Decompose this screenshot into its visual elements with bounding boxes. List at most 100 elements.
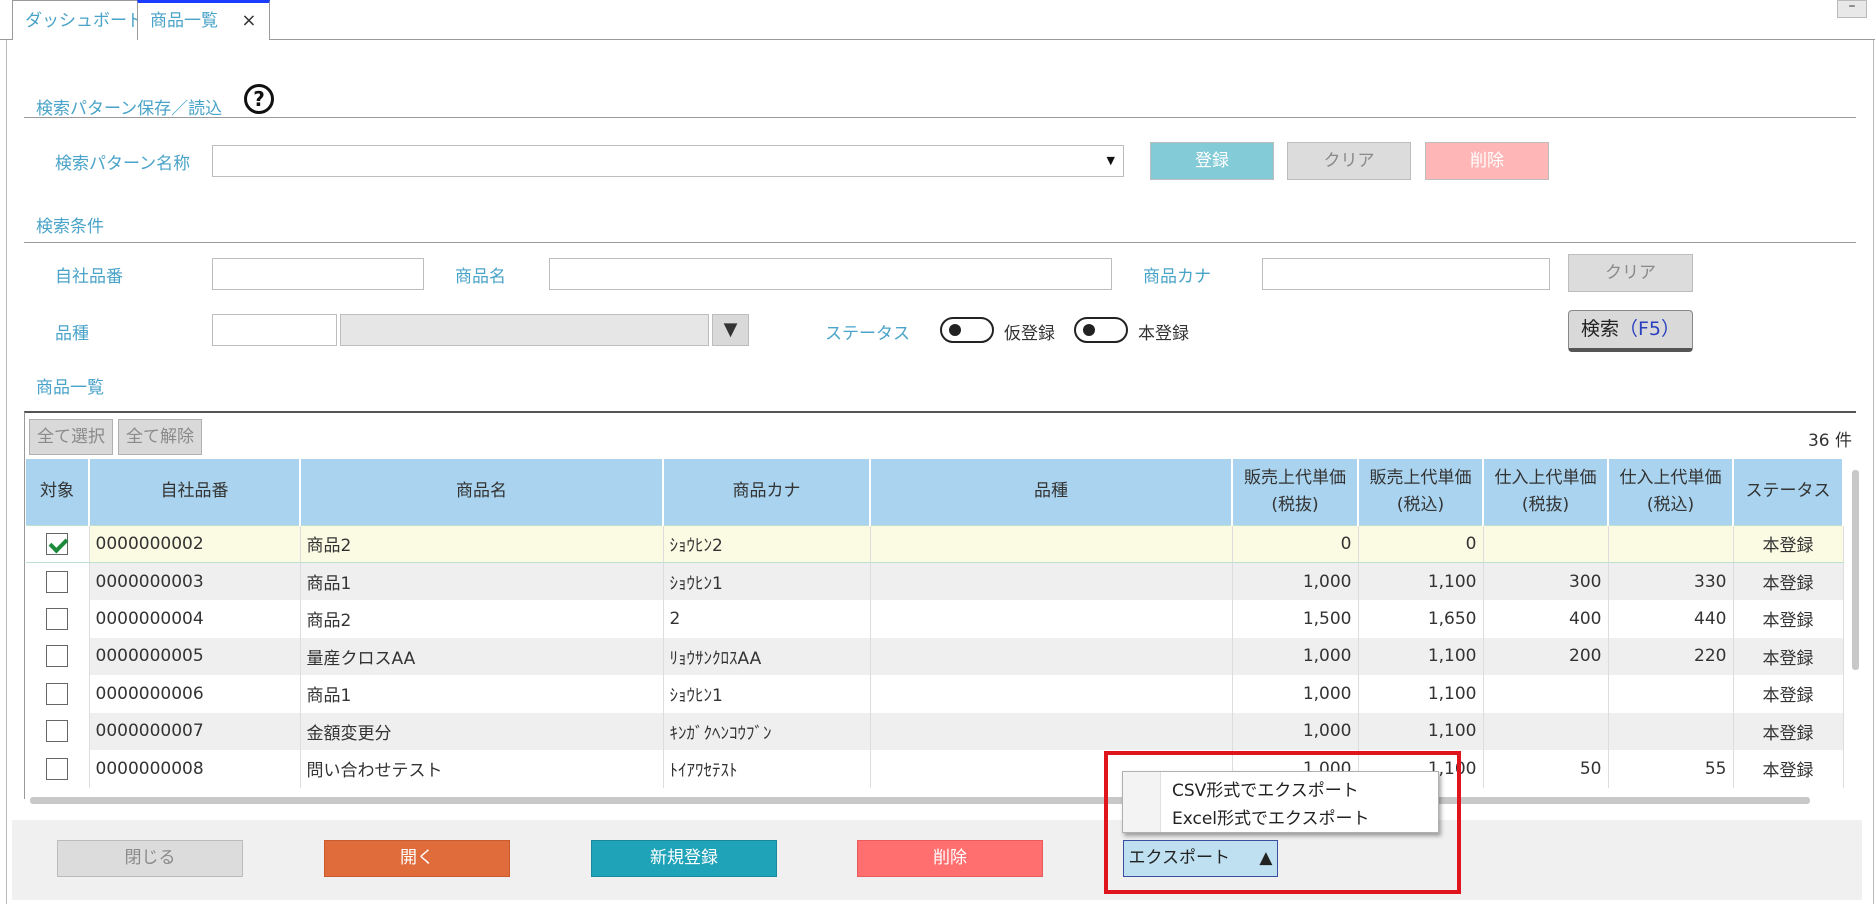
- product-type-name-field: [340, 314, 709, 346]
- help-icon[interactable]: ?: [244, 84, 274, 114]
- table-cell: 0000000006: [89, 675, 301, 713]
- row-checkbox[interactable]: [46, 532, 69, 555]
- column-header[interactable]: 販売上代単価 (税抜): [1232, 459, 1359, 525]
- table-row[interactable]: 0000000003 商品1 ｼｮｳﾋﾝ1 1,000 1,100 300 330 本登録: [26, 562, 1844, 600]
- highlight-box: [1104, 751, 1461, 894]
- column-header[interactable]: 仕入上代単価 (税込): [1608, 459, 1734, 525]
- column-header[interactable]: 仕入上代単価 (税抜): [1483, 459, 1609, 525]
- table-cell: 本登録: [1733, 600, 1844, 638]
- table-cell: [1483, 712, 1609, 750]
- column-header[interactable]: 品種: [870, 459, 1233, 525]
- row-checkbox[interactable]: [46, 645, 69, 668]
- horizontal-scrollbar[interactable]: [30, 797, 1810, 804]
- clear-conditions-button[interactable]: クリア: [1568, 254, 1693, 292]
- table-cell: 本登録: [1733, 524, 1844, 563]
- table-cell: 本登録: [1733, 675, 1844, 713]
- table-row[interactable]: 0000000008 問い合わせテスト ﾄｲｱﾜｾﾃｽﾄ 1,000 1,100 50 55…: [26, 750, 1844, 788]
- table-cell: 量産クロスAA: [300, 637, 664, 675]
- table-cell: 0000000007: [89, 712, 301, 750]
- table-cell: 商品1: [300, 675, 664, 713]
- tab-product-list[interactable]: 商品一覧 ×: [137, 0, 270, 40]
- table-row[interactable]: 0000000006 商品1 ｼｮｳﾋﾝ1 1,000 1,100 本登録: [26, 675, 1844, 713]
- search-shortcut-key: （F5）: [1618, 318, 1681, 340]
- row-checkbox[interactable]: [46, 682, 69, 705]
- column-header[interactable]: 商品カナ: [663, 459, 871, 525]
- dropdown-arrow-icon: ▼: [1106, 154, 1115, 167]
- product-code-label: 自社品番: [55, 267, 123, 287]
- column-header[interactable]: ステータス: [1733, 459, 1844, 525]
- product-name-input[interactable]: [549, 258, 1112, 290]
- table-cell: ﾄｲｱﾜｾﾃｽﾄ: [663, 750, 871, 788]
- product-code-input[interactable]: [212, 258, 424, 290]
- column-header[interactable]: 販売上代単価 (税込): [1358, 459, 1484, 525]
- table-cell: 0000000005: [89, 637, 301, 675]
- product-type-dropdown-button[interactable]: ▼: [712, 314, 749, 346]
- table-row[interactable]: 0000000002 商品2 ｼｮｳﾋﾝ2 0 0 本登録: [26, 524, 1844, 563]
- product-type-label: 品種: [55, 324, 89, 344]
- table-cell: 商品1: [300, 562, 664, 600]
- row-checkbox[interactable]: [46, 570, 69, 593]
- clear-pattern-button[interactable]: クリア: [1287, 142, 1411, 180]
- table-cell: 300: [1483, 562, 1609, 600]
- table-cell: 400: [1483, 600, 1609, 638]
- footer-bar: 閉じる 開く 新規登録 削除 エクスポート ▲: [12, 820, 1862, 900]
- table-cell: [870, 637, 1233, 675]
- table-cell: 1,000: [1232, 712, 1359, 750]
- vertical-scrollbar[interactable]: [1852, 470, 1859, 670]
- table-cell: 2: [663, 600, 871, 638]
- status-provisional-toggle[interactable]: [940, 317, 994, 343]
- divider: [24, 117, 1856, 118]
- deselect-all-button[interactable]: 全て解除: [118, 419, 202, 455]
- column-header[interactable]: 自社品番: [89, 459, 301, 525]
- column-header[interactable]: 商品名: [300, 459, 664, 525]
- column-header[interactable]: 対象: [26, 459, 90, 525]
- open-button[interactable]: 開く: [324, 840, 510, 877]
- table-cell: 55: [1608, 750, 1734, 788]
- tab-bar: ダッシュボード 商品一覧 ×: [0, 0, 1875, 40]
- search-button[interactable]: 検索（F5）: [1568, 310, 1693, 352]
- table-row[interactable]: 0000000007 金額変更分 ｷﾝｶﾞｸﾍﾝｺｳﾌﾞﾝ 1,000 1,100 本登録: [26, 712, 1844, 750]
- table-cell: 本登録: [1733, 750, 1844, 788]
- close-button[interactable]: 閉じる: [57, 840, 243, 877]
- minimize-icon[interactable]: –: [1837, 0, 1867, 18]
- table-cell: 0: [1232, 524, 1359, 563]
- row-checkbox[interactable]: [46, 607, 69, 630]
- table-cell: 50: [1483, 750, 1609, 788]
- select-all-button[interactable]: 全て選択: [29, 419, 113, 455]
- new-register-button[interactable]: 新規登録: [591, 840, 777, 877]
- delete-pattern-button[interactable]: 削除: [1425, 142, 1549, 180]
- product-kana-input[interactable]: [1262, 258, 1550, 290]
- table-cell: 0000000004: [89, 600, 301, 638]
- table-cell: 本登録: [1733, 637, 1844, 675]
- table-row[interactable]: 0000000005 量産クロスAA ﾘｮｳｻﾝｸﾛｽAA 1,000 1,100 200…: [26, 637, 1844, 675]
- product-list-title: 商品一覧: [36, 378, 104, 398]
- table-cell: 1,100: [1358, 637, 1484, 675]
- register-pattern-button[interactable]: 登録: [1150, 142, 1274, 180]
- product-type-code-input[interactable]: [212, 314, 337, 346]
- close-icon[interactable]: ×: [241, 10, 256, 31]
- status-final-toggle[interactable]: [1074, 317, 1128, 343]
- table-cell: 1,650: [1358, 600, 1484, 638]
- tab-dashboard[interactable]: ダッシュボード: [12, 0, 157, 40]
- delete-button[interactable]: 削除: [857, 840, 1043, 877]
- table-cell: 200: [1483, 637, 1609, 675]
- table-cell: 金額変更分: [300, 712, 664, 750]
- status-final-label: 本登録: [1138, 324, 1189, 344]
- table-cell: 0000000008: [89, 750, 301, 788]
- table-cell: 商品2: [300, 600, 664, 638]
- search-button-label: 検索: [1580, 318, 1619, 340]
- table-cell: [870, 562, 1233, 600]
- table-cell: [1608, 712, 1734, 750]
- search-pattern-title: 検索パターン保存／読込: [36, 99, 223, 119]
- status-label: ステータス: [825, 324, 910, 344]
- status-provisional-label: 仮登録: [1004, 324, 1055, 344]
- table-cell: 1,100: [1358, 712, 1484, 750]
- search-pattern-select[interactable]: ▼: [212, 145, 1124, 177]
- row-checkbox[interactable]: [46, 757, 69, 780]
- search-conditions-title: 検索条件: [36, 217, 104, 237]
- product-table: 対象 自社品番 商品名 商品カナ 品種 販売上代単価 (税抜) 販売上代単価 (税込…: [26, 459, 1844, 788]
- table-header-row: 対象 自社品番 商品名 商品カナ 品種 販売上代単価 (税抜) 販売上代単価 (税込…: [26, 459, 1844, 525]
- product-name-label: 商品名: [455, 267, 506, 287]
- table-row[interactable]: 0000000004 商品2 2 1,500 1,650 400 440 本登録: [26, 600, 1844, 638]
- row-checkbox[interactable]: [46, 720, 69, 743]
